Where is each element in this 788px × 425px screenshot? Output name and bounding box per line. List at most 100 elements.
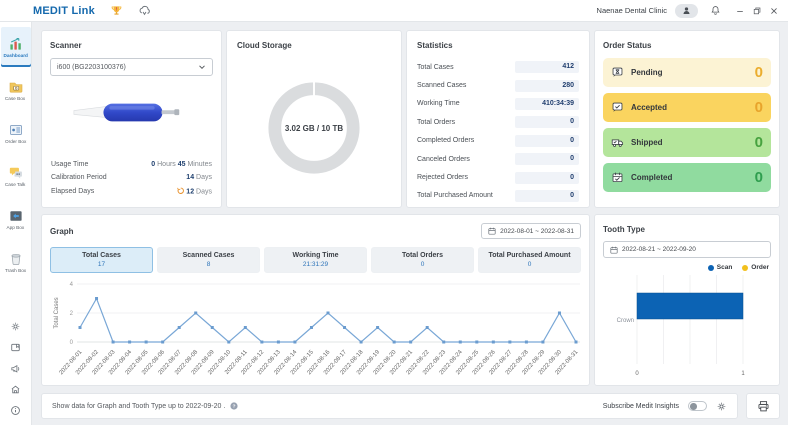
statistics-value: 0 [515,134,579,147]
cloud-sync-icon[interactable] [138,4,151,17]
sidebar-item-app-box[interactable]: App Box [1,199,31,239]
tooth-type-date-range-picker[interactable]: 2022-08-21 ~ 2022-09-20 [603,241,771,258]
statistics-label: Total Orders [417,118,456,126]
subscribe-insights-toggle[interactable] [688,401,707,411]
scanner-info-label: Elapsed Days [51,187,95,195]
statistics-row-scanned-cases: Scanned Cases 280 [417,76,579,94]
statistics-row-total-purchased-amount: Total Purchased Amount 0 [417,187,579,205]
announcement-icon[interactable] [10,363,21,374]
help-icon[interactable]: ? [230,402,238,410]
graph-title: Graph [50,226,74,236]
sidebar-item-trash-box[interactable]: Trash Box [1,242,31,282]
sidebar-item-case-talk[interactable]: Case Talk [1,156,31,196]
graph-tab-total-orders[interactable]: Total Orders 0 [371,247,474,273]
svg-text:0: 0 [635,371,639,377]
graph-tab-label: Total Cases [82,252,121,260]
statistics-row-rejected-orders: Rejected Orders 0 [417,168,579,186]
statistics-value: 410:34:39 [515,97,579,110]
order-status-list: Pending 0 Accepted 0 Shipped 0 Completed 0 [603,58,771,192]
footer-note: Show data for Graph and Tooth Type up to… [52,402,226,410]
order-status-card-accepted[interactable]: Accepted 0 [603,93,771,122]
tooth-type-bar-chart: Crown 0 1 [617,275,745,377]
trash-box-icon [8,251,24,267]
sidebar-item-dashboard[interactable]: Dashboard [0,27,31,67]
tooth-type-date-range: 2022-08-21 ~ 2022-09-20 [622,246,696,253]
graph-tab-total-cases[interactable]: Total Cases 17 [50,247,153,273]
sidebar-item-label: App Box [6,225,25,230]
order-status-label: Shipped [631,138,663,147]
graph-tab-value: 8 [206,260,211,268]
order-status-card-pending[interactable]: Pending 0 [603,58,771,87]
graph-tab-total-purchased-amount[interactable]: Total Purchased Amount 0 [478,247,581,273]
event-trophy-icon[interactable] [110,4,123,17]
shipped-truck-icon [611,136,624,149]
statistics-value: 0 [515,189,579,202]
order-status-card-completed[interactable]: Completed 0 [603,163,771,192]
sidebar-item-case-box[interactable]: Case Box [1,70,31,110]
scanner-info-row: Usage Time 0 Hours 45 Minutes [51,158,212,172]
graph-panel: Graph 2022-08-01 ~ 2022-08-31 Total Case… [41,214,590,386]
scanner-device-image [73,103,179,122]
pending-bubble-hourglass-icon [611,66,624,79]
info-icon[interactable] [10,405,21,416]
scanner-info-label: Usage Time [51,160,89,168]
order-box-icon [8,122,24,138]
legend-dot [707,264,714,271]
statistics-label: Scanned Cases [417,82,467,90]
order-status-label: Completed [631,173,673,182]
guide-icon[interactable] [10,342,21,353]
graph-tab-scanned-cases[interactable]: Scanned Cases 8 [157,247,260,273]
statistics-row-total-cases: Total Cases 412 [417,58,579,76]
statistics-value: 0 [515,116,579,129]
app-logo: MEDIT Link [33,4,95,17]
statistics-title: Statistics [417,41,453,50]
svg-text:4: 4 [70,282,74,288]
svg-text:Crown: Crown [617,318,634,324]
cloud-storage-panel: Cloud Storage 3.02 GB / 10 TB [226,30,402,208]
statistics-value: 0 [515,171,579,184]
scanner-info-value: 14 Days [186,174,212,182]
app-box-icon [8,208,24,224]
statistics-value: 412 [515,61,579,74]
graph-date-range-picker[interactable]: 2022-08-01 ~ 2022-08-31 [481,223,581,239]
statistics-row-completed-orders: Completed Orders 0 [417,132,579,150]
widget-settings-icon[interactable] [716,401,727,412]
statistics-panel: Statistics Total Cases 412 Scanned Cases 28… [406,30,590,208]
close-button[interactable] [765,0,782,21]
scanner-device-value: i600 (BG2203100376) [57,63,126,71]
legend-item-order: Order [742,264,769,271]
statistics-label: Rejected Orders [417,174,468,182]
notification-bell-icon[interactable] [710,5,721,16]
printer-icon [758,400,768,411]
legend-dot [742,264,749,271]
graph-date-range: 2022-08-01 ~ 2022-08-31 [500,227,574,235]
order-status-panel: Order Status Pending 0 Accepted 0 Shipped 0 Co… [594,30,780,208]
footer-bar: Show data for Graph and Tooth Type up to… [41,393,738,419]
statistics-row-working-time: Working Time 410:34:39 [417,95,579,113]
sidebar-footer [10,321,21,425]
sidebar-item-order-box[interactable]: Order Box [1,113,31,153]
restore-button[interactable] [748,0,765,21]
account-name: Naenae Dental Clinic [596,6,667,15]
svg-text:Total Cases: Total Cases [54,297,60,328]
scanner-device-select[interactable]: i600 (BG2203100376) [50,58,213,76]
scanner-info-row: Elapsed Days 12 Days [51,185,212,199]
graph-tab-value: 21:31:29 [302,260,329,268]
statistics-row-canceled-orders: Canceled Orders 0 [417,150,579,168]
graph-tab-working-time[interactable]: Working Time 21:31:29 [264,247,367,273]
shop-icon[interactable] [10,384,21,395]
calendar-icon [610,246,618,254]
dashboard-icon [8,36,24,52]
avatar[interactable] [675,3,698,18]
cloud-storage-usage: 3.02 GB / 10 TB [284,123,344,133]
calibration-warning-icon [177,187,185,196]
sidebar-item-label: Order Box [4,139,27,144]
graph-tabs: Total Cases 17 Scanned Cases 8 Working Time 2… [50,247,581,273]
sidebar-item-label: Trash Box [4,268,27,273]
order-status-card-shipped[interactable]: Shipped 0 [603,128,771,157]
print-button[interactable] [746,393,780,419]
calendar-icon [488,227,496,235]
sidebar-item-label: Case Talk [5,182,26,187]
minimize-button[interactable] [731,0,748,21]
settings-icon[interactable] [10,321,21,332]
